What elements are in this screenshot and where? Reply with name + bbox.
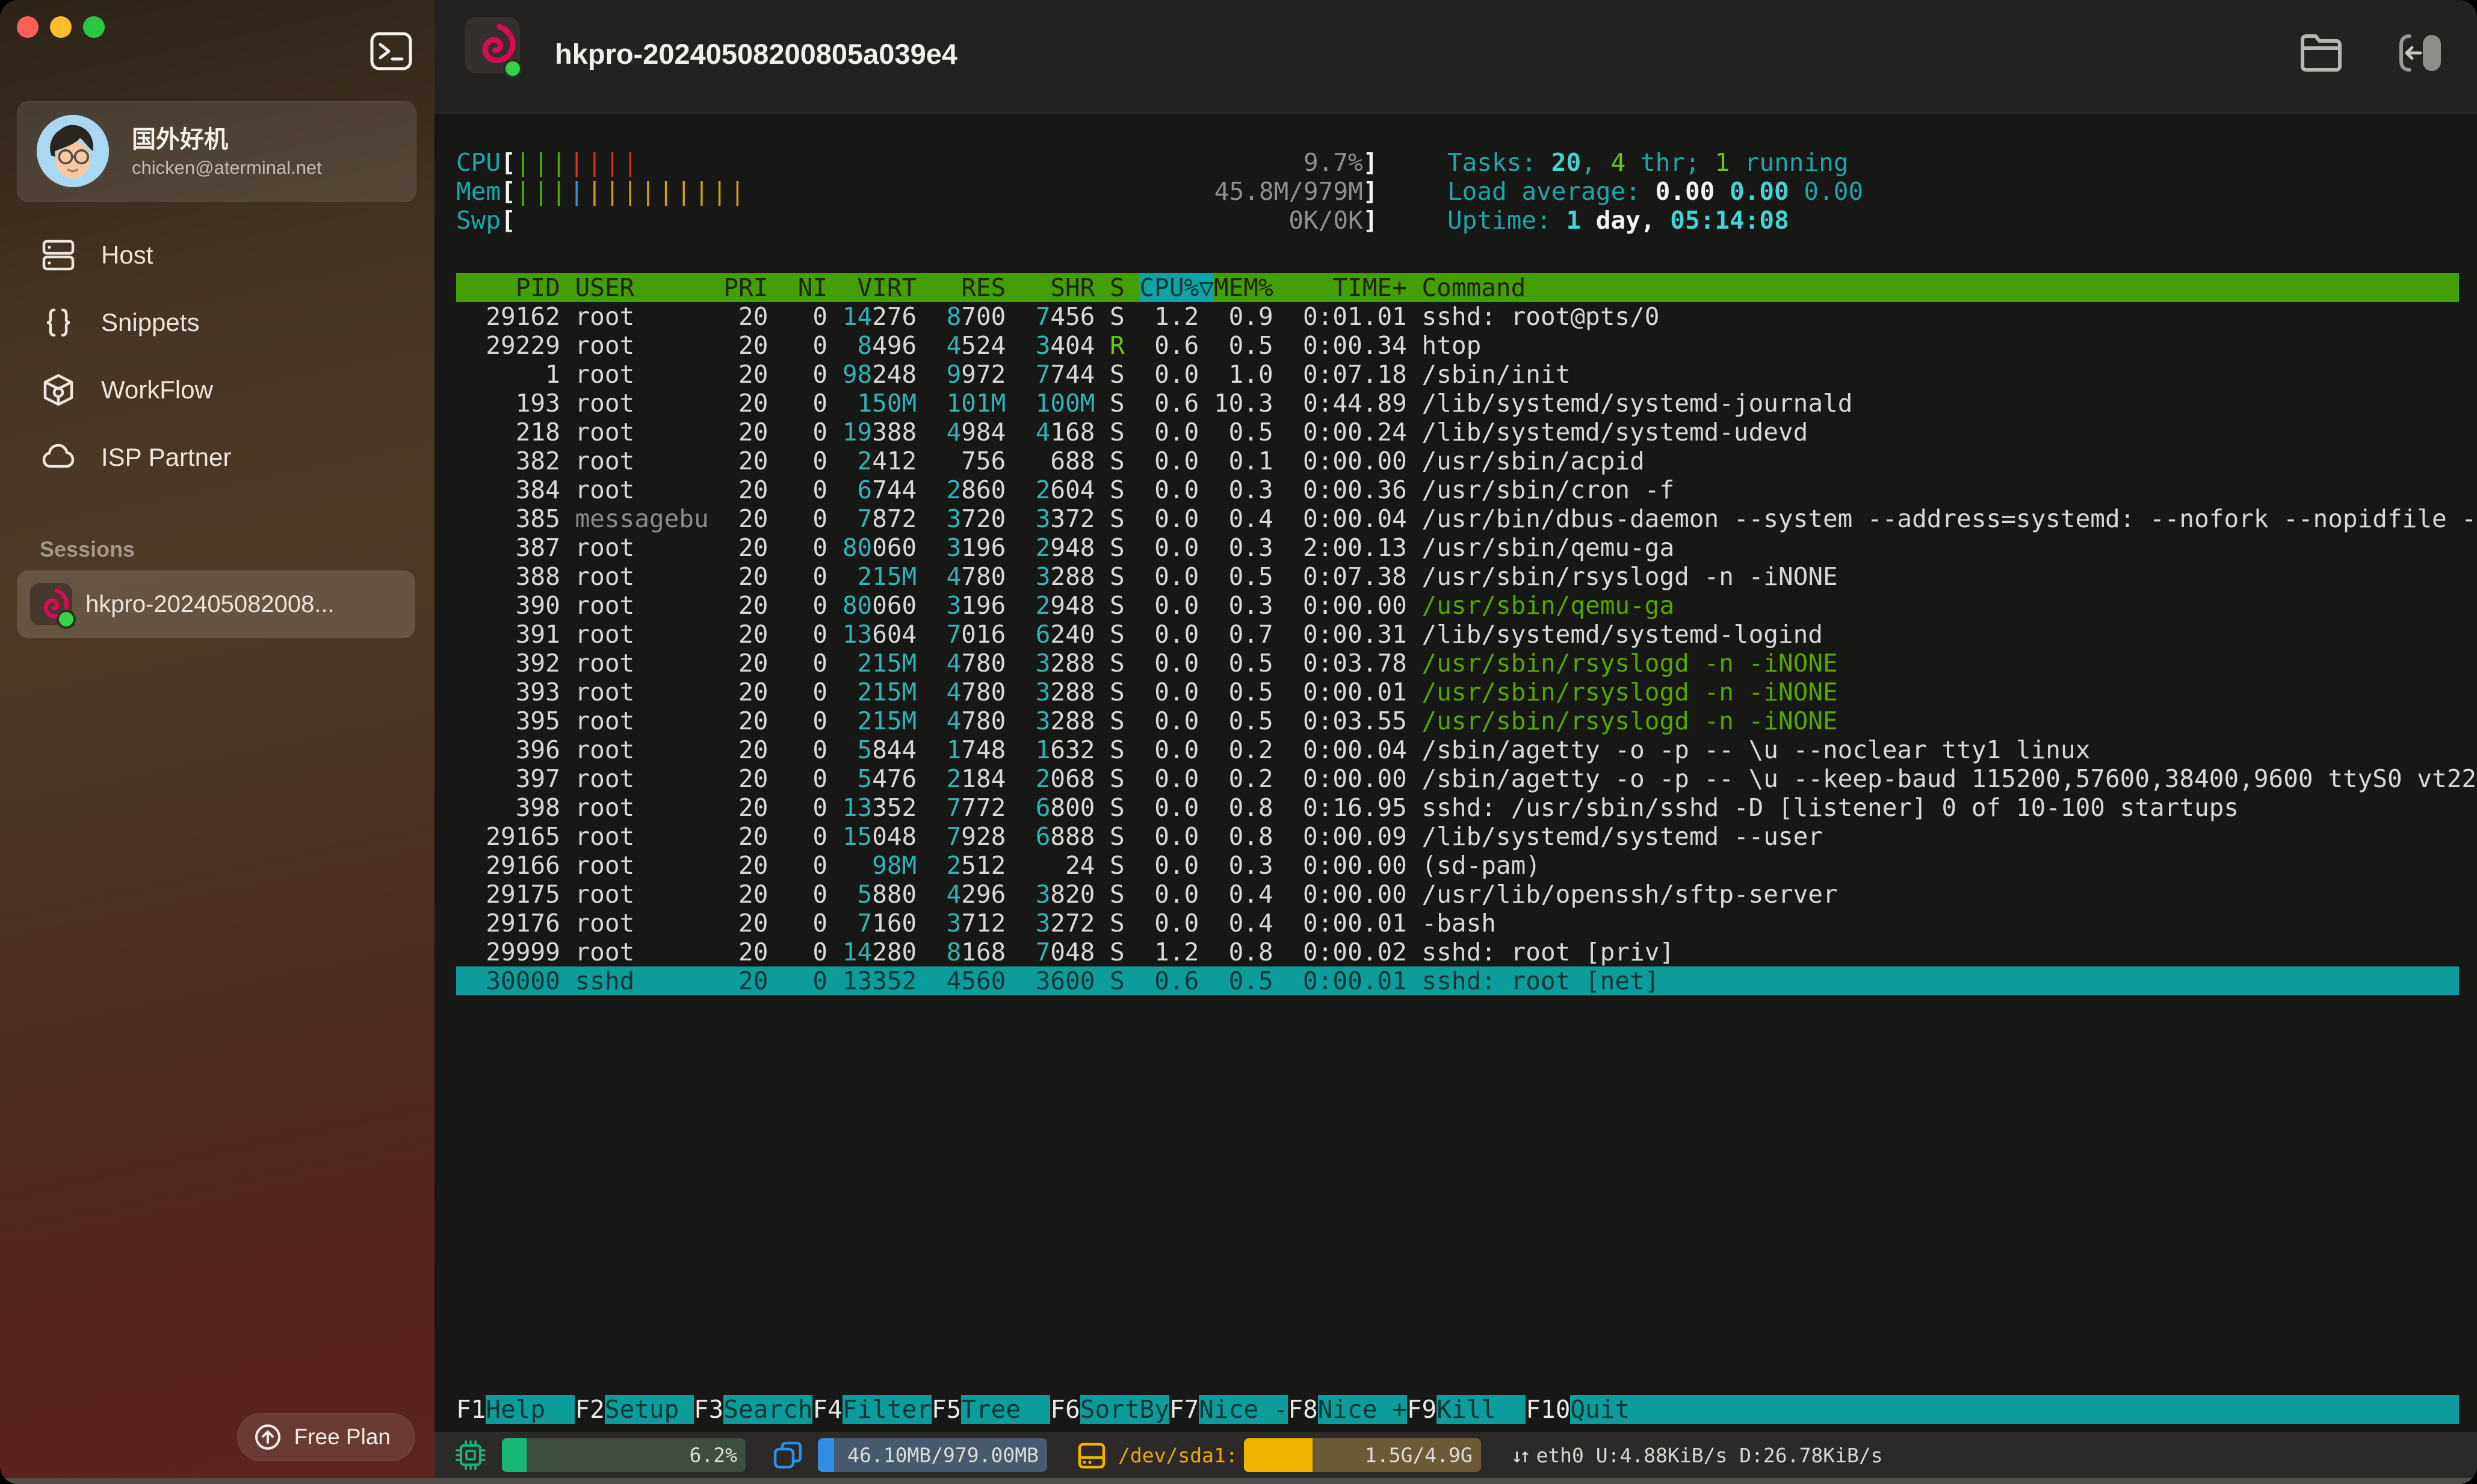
cpu-usage-value: 6.2% [690,1444,737,1467]
session-item[interactable]: hkpro-202405082008... [17,570,415,638]
free-plan-button[interactable]: Free Plan [237,1413,415,1461]
fn-f3[interactable]: F3Search [694,1395,812,1424]
process-row[interactable]: 29166 root 20 0 98M 2512 24 S 0.0 0.3 0:… [456,851,2459,880]
avatar [37,115,109,187]
braces-icon [41,305,76,340]
terminal-icon [370,31,413,71]
sidebar-item-snippets[interactable]: Snippets [17,289,415,356]
sftp-folder-button[interactable] [2298,31,2345,75]
process-row[interactable]: 29229 root 20 0 8496 4524 3404 R 0.6 0.5… [456,331,2459,360]
new-terminal-button[interactable] [370,31,413,71]
profile-email: chicken@aterminal.net [132,157,322,179]
fn-f10[interactable]: F10Quit [1526,1395,1659,1424]
function-key-bar[interactable]: F1Help F2Setup F3SearchF4FilterF5Tree F6… [456,1395,2459,1424]
process-row[interactable]: 30000 sshd 20 0 13352 4560 3600 S 0.6 0.… [456,966,2459,995]
app-window: 国外好机 chicken@aterminal.net Host Snippets [0,0,2477,1484]
process-row[interactable]: 390 root 20 0 80060 3196 2948 S 0.0 0.3 … [456,591,2459,620]
process-row[interactable]: 385 messagebu 20 0 7872 3720 3372 S 0.0 … [456,504,2459,533]
fn-bar-fill [1660,1395,2459,1424]
sessions-section-label: Sessions [40,537,135,562]
fn-f6[interactable]: F6SortBy [1050,1395,1169,1424]
fn-f8[interactable]: F8Nice + [1288,1395,1406,1424]
memory-usage-gauge: 46.10MB/979.00MB [818,1438,1047,1472]
close-button[interactable] [17,16,39,38]
process-table-header[interactable]: PID USER PRI NI VIRT RES SHR S CPU%▽MEM%… [456,273,2459,302]
process-row[interactable]: 218 root 20 0 19388 4984 4168 S 0.0 0.5 … [456,418,2459,447]
sidebar-menu: Host Snippets WorkFlow [17,221,415,491]
process-row[interactable]: 392 root 20 0 215M 4780 3288 S 0.0 0.5 0… [456,649,2459,678]
disk-partition-label: /dev/sda1: [1118,1444,1238,1467]
process-row[interactable]: 387 root 20 0 80060 3196 2948 S 0.0 0.3 … [456,533,2459,562]
process-row[interactable]: 388 root 20 0 215M 4780 3288 S 0.0 0.5 0… [456,562,2459,591]
cpu-usage-gauge: 6.2% [502,1438,746,1472]
disk-usage-value: 1.5G/4.9G [1365,1444,1473,1467]
cpu-chip-icon [455,1439,486,1471]
process-row[interactable]: 393 root 20 0 215M 4780 3288 S 0.0 0.5 0… [456,678,2459,706]
sidebar-item-isp-partner[interactable]: ISP Partner [17,424,415,491]
toggle-sidebar-button[interactable] [2396,31,2443,75]
session-name: hkpro-202405082008... [85,591,335,618]
process-row[interactable]: 193 root 20 0 150M 101M 100M S 0.6 10.3 … [456,389,2459,418]
sidebar-item-label: Snippets [101,308,199,337]
network-speed-text: eth0 U:4.88KiB/s D:26.78KiB/s [1536,1444,1882,1467]
free-plan-label: Free Plan [294,1424,391,1450]
folder-icon [2298,31,2345,75]
sidebar: 国外好机 chicken@aterminal.net Host Snippets [0,0,434,1484]
fn-f1[interactable]: F1Help [456,1395,575,1424]
disk-drive-icon [1076,1439,1107,1471]
titlebar: hkpro-20240508200805a039e4 [434,0,2477,114]
process-row[interactable]: 391 root 20 0 13604 7016 6240 S 0.0 0.7 … [456,620,2459,649]
process-row[interactable]: 29162 root 20 0 14276 8700 7456 S 1.2 0.… [456,302,2459,331]
sidebar-item-workflow[interactable]: WorkFlow [17,356,415,424]
process-table: PID USER PRI NI VIRT RES SHR S CPU%▽MEM%… [456,273,2459,995]
htop-info: Tasks: 20, 4 thr; 1 runningLoad average:… [1447,148,1863,235]
memory-copy-icon [772,1439,803,1471]
cube-icon [41,373,76,407]
fn-f4[interactable]: F4Filter [812,1395,931,1424]
process-row[interactable]: 395 root 20 0 215M 4780 3288 S 0.0 0.5 0… [456,706,2459,735]
process-row[interactable]: 29165 root 20 0 15048 7928 6888 S 0.0 0.… [456,822,2459,851]
process-row[interactable]: 29999 root 20 0 14280 8168 7048 S 1.2 0.… [456,938,2459,966]
process-row[interactable]: 1 root 20 0 98248 9972 7744 S 0.0 1.0 0:… [456,360,2459,389]
htop-header: CPU[|||||||9.7%]Mem[|||||||||||||45.8M/9… [456,148,2459,235]
sidebar-toggle-icon [2396,31,2443,75]
status-bar: 6.2% 46.10MB/979.00MB /dev/sda1: 1.5G/4.… [434,1432,2477,1478]
process-row[interactable]: 29176 root 20 0 7160 3712 3272 S 0.0 0.4… [456,909,2459,938]
memory-usage-value: 46.10MB/979.00MB [847,1444,1039,1467]
fn-f7[interactable]: F7Nice - [1169,1395,1288,1424]
process-row[interactable]: 29175 root 20 0 5880 4296 3820 S 0.0 0.4… [456,880,2459,909]
debian-icon [30,583,72,625]
main-area: hkpro-20240508200805a039e4 [434,0,2477,1484]
process-table-body: 29162 root 20 0 14276 8700 7456 S 1.2 0.… [456,302,2459,995]
zoom-button[interactable] [83,16,105,38]
session-title: hkpro-20240508200805a039e4 [555,37,957,70]
disk-usage-gauge: 1.5G/4.9G [1244,1438,1481,1472]
profile-card[interactable]: 国外好机 chicken@aterminal.net [17,101,416,202]
network-updown-icon: ↓↑ [1511,1444,1528,1467]
network-status: ↓↑ eth0 U:4.88KiB/s D:26.78KiB/s [1511,1444,1883,1467]
server-icon [41,238,76,273]
online-status-dot [503,59,522,78]
window-controls [17,16,105,38]
terminal-screen[interactable]: CPU[|||||||9.7%]Mem[|||||||||||||45.8M/9… [434,114,2477,1432]
online-status-dot [57,610,76,629]
sidebar-item-label: ISP Partner [101,443,231,472]
fn-f9[interactable]: F9Kill [1407,1395,1526,1424]
profile-name: 国外好机 [132,120,228,155]
process-row[interactable]: 396 root 20 0 5844 1748 1632 S 0.0 0.2 0… [456,735,2459,764]
minimize-button[interactable] [50,16,72,38]
cloud-icon [41,440,76,475]
sidebar-item-host[interactable]: Host [17,221,415,289]
process-row[interactable]: 384 root 20 0 6744 2860 2604 S 0.0 0.3 0… [456,475,2459,504]
sidebar-item-label: Host [101,241,153,270]
fn-f2[interactable]: F2Setup [575,1395,693,1424]
process-row[interactable]: 382 root 20 0 2412 756 688 S 0.0 0.1 0:0… [456,447,2459,475]
process-row[interactable]: 398 root 20 0 13352 7772 6800 S 0.0 0.8 … [456,793,2459,822]
process-row[interactable]: 397 root 20 0 5476 2184 2068 S 0.0 0.2 0… [456,764,2459,793]
window-bottom-edge [0,1478,2477,1484]
debian-icon [465,17,520,73]
fn-f5[interactable]: F5Tree [932,1395,1050,1424]
circle-arrow-up-icon [253,1423,282,1452]
sidebar-item-label: WorkFlow [101,376,213,404]
